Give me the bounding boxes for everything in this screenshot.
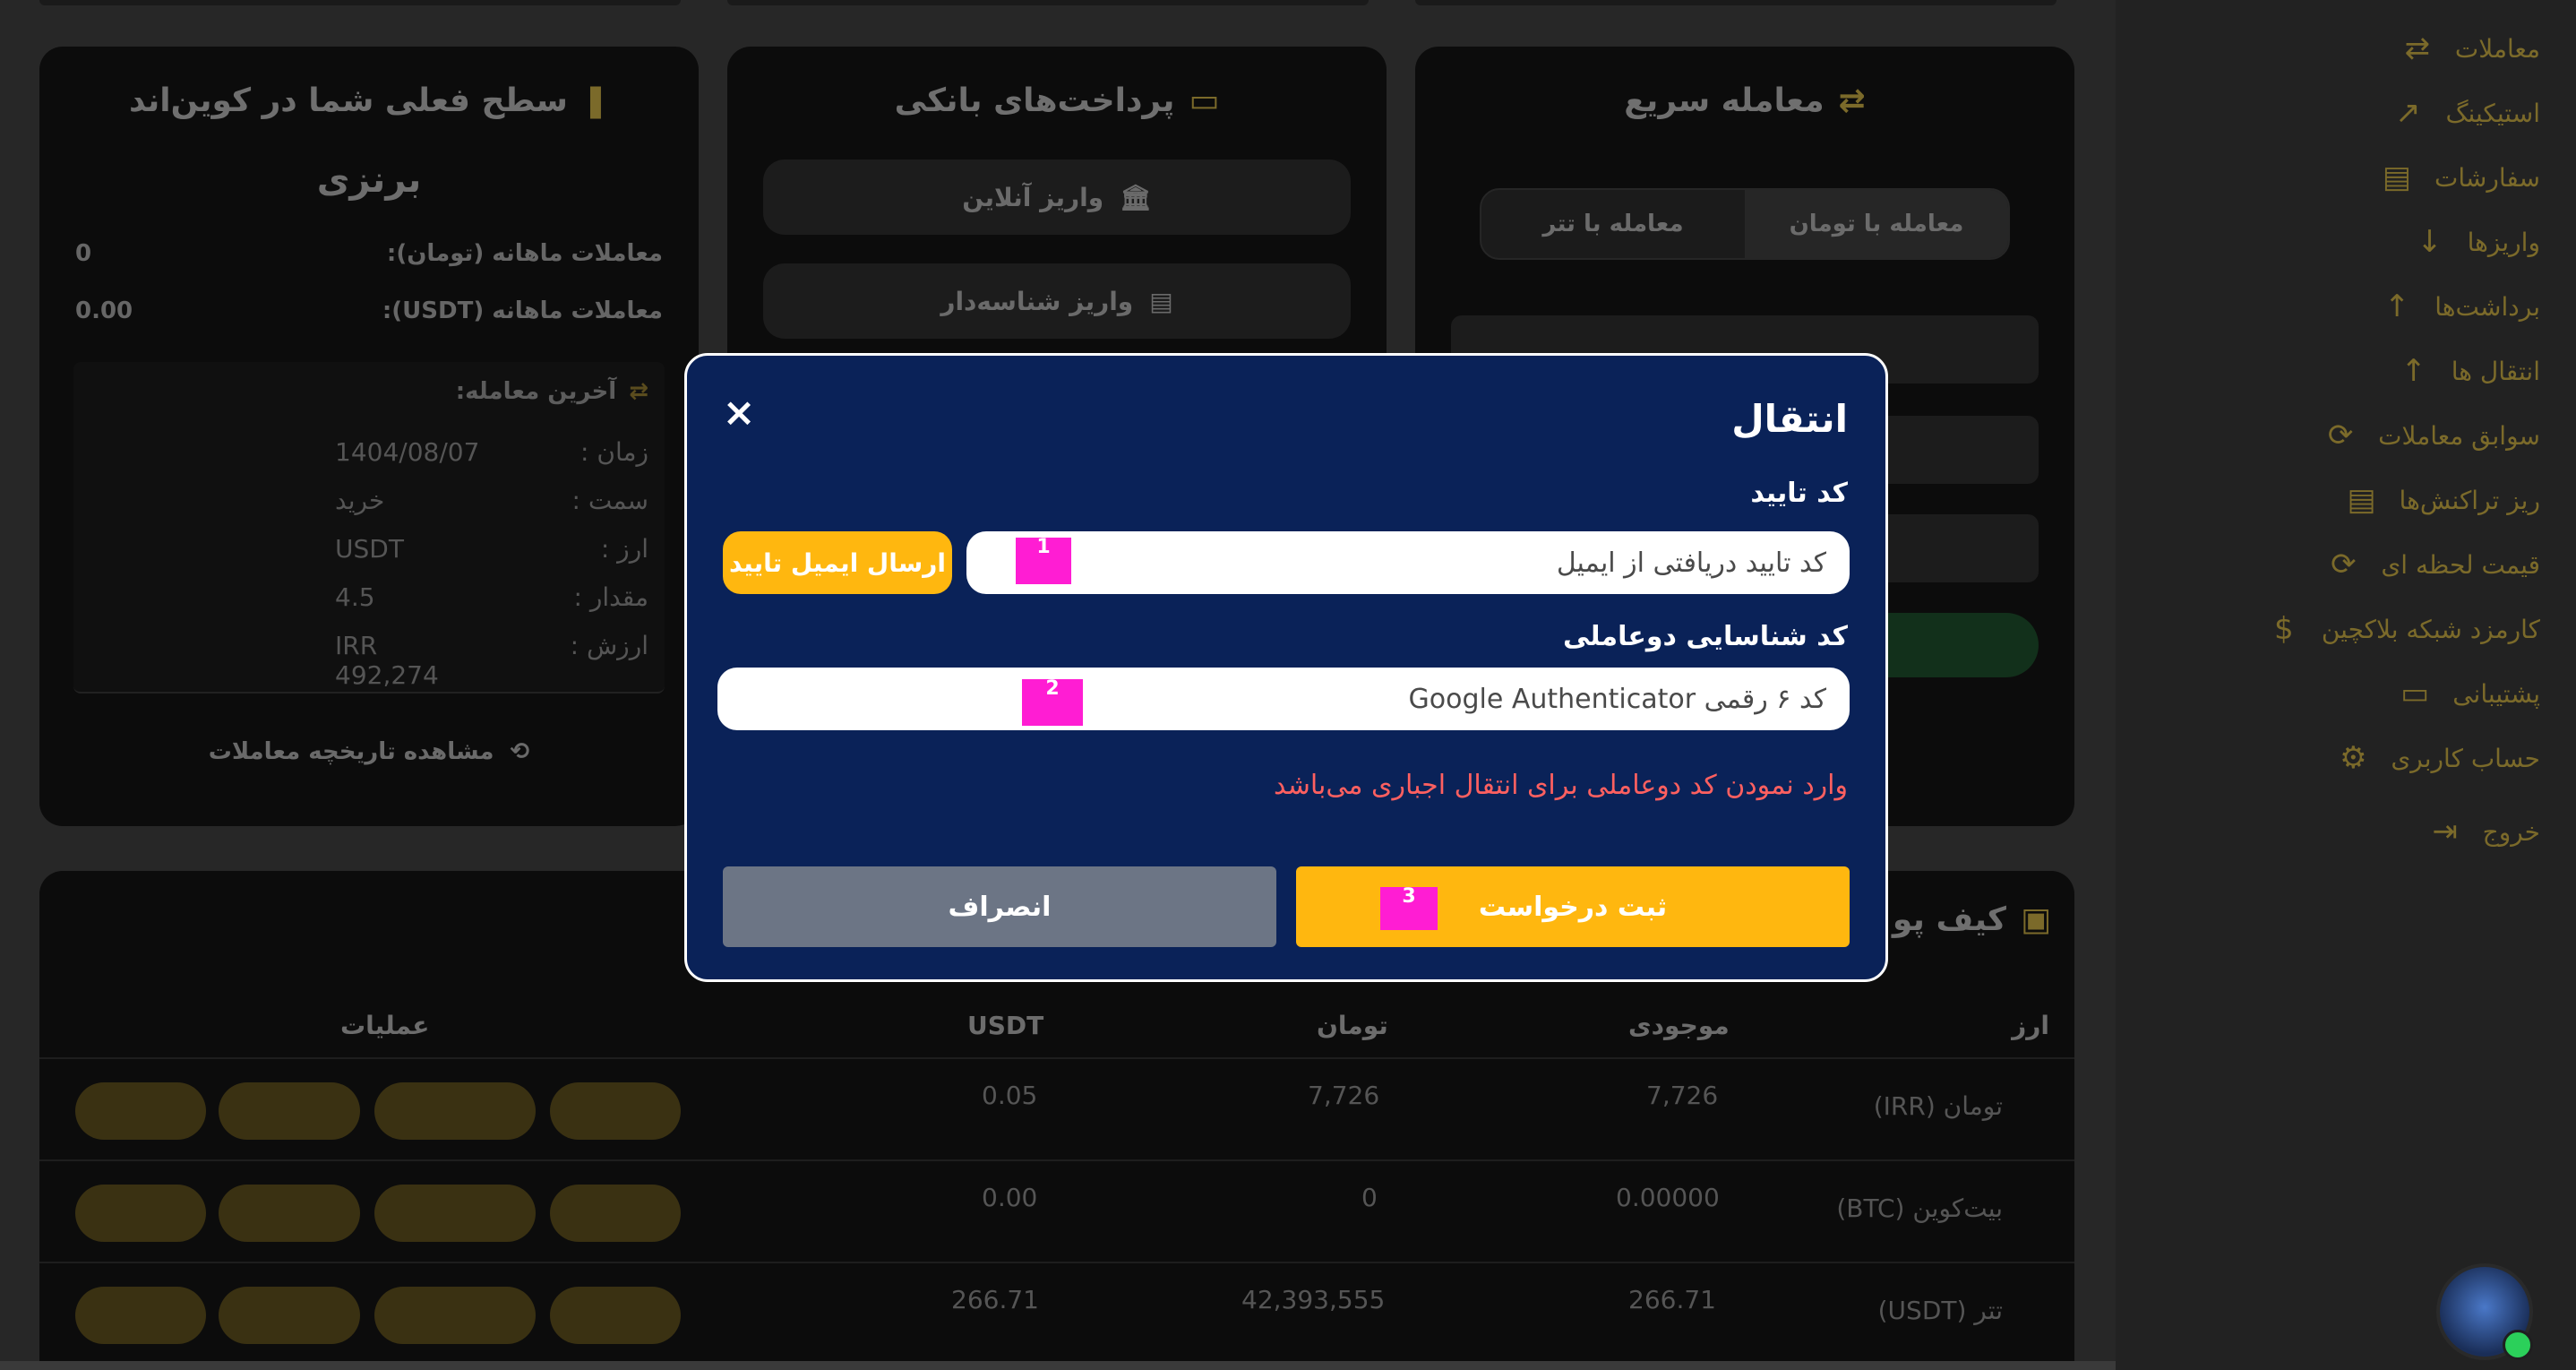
annotation-badge-3: 3 [1380,887,1438,930]
twofa-label: کد شناسایی دوعاملی [1562,621,1848,652]
transfer-modal: انتقال × کد تایید ارسال ایمیل تایید کد ش… [684,353,1888,982]
annotation-badge-2: 2 [1022,679,1083,726]
annotation-badge-1: 1 [1016,538,1071,584]
error-message: وارد نمودن کد دوعاملی برای انتقال اجباری… [1274,770,1848,801]
send-email-button[interactable]: ارسال ایمیل تایید [723,531,952,594]
close-icon[interactable]: × [721,393,757,433]
cancel-button[interactable]: انصراف [723,866,1276,947]
modal-title: انتقال [1731,397,1848,441]
twofa-input[interactable] [717,668,1850,730]
verify-code-input[interactable] [966,531,1850,594]
verify-code-label: کد تایید [1750,478,1848,509]
submit-button[interactable]: ثبت درخواست [1296,866,1850,947]
